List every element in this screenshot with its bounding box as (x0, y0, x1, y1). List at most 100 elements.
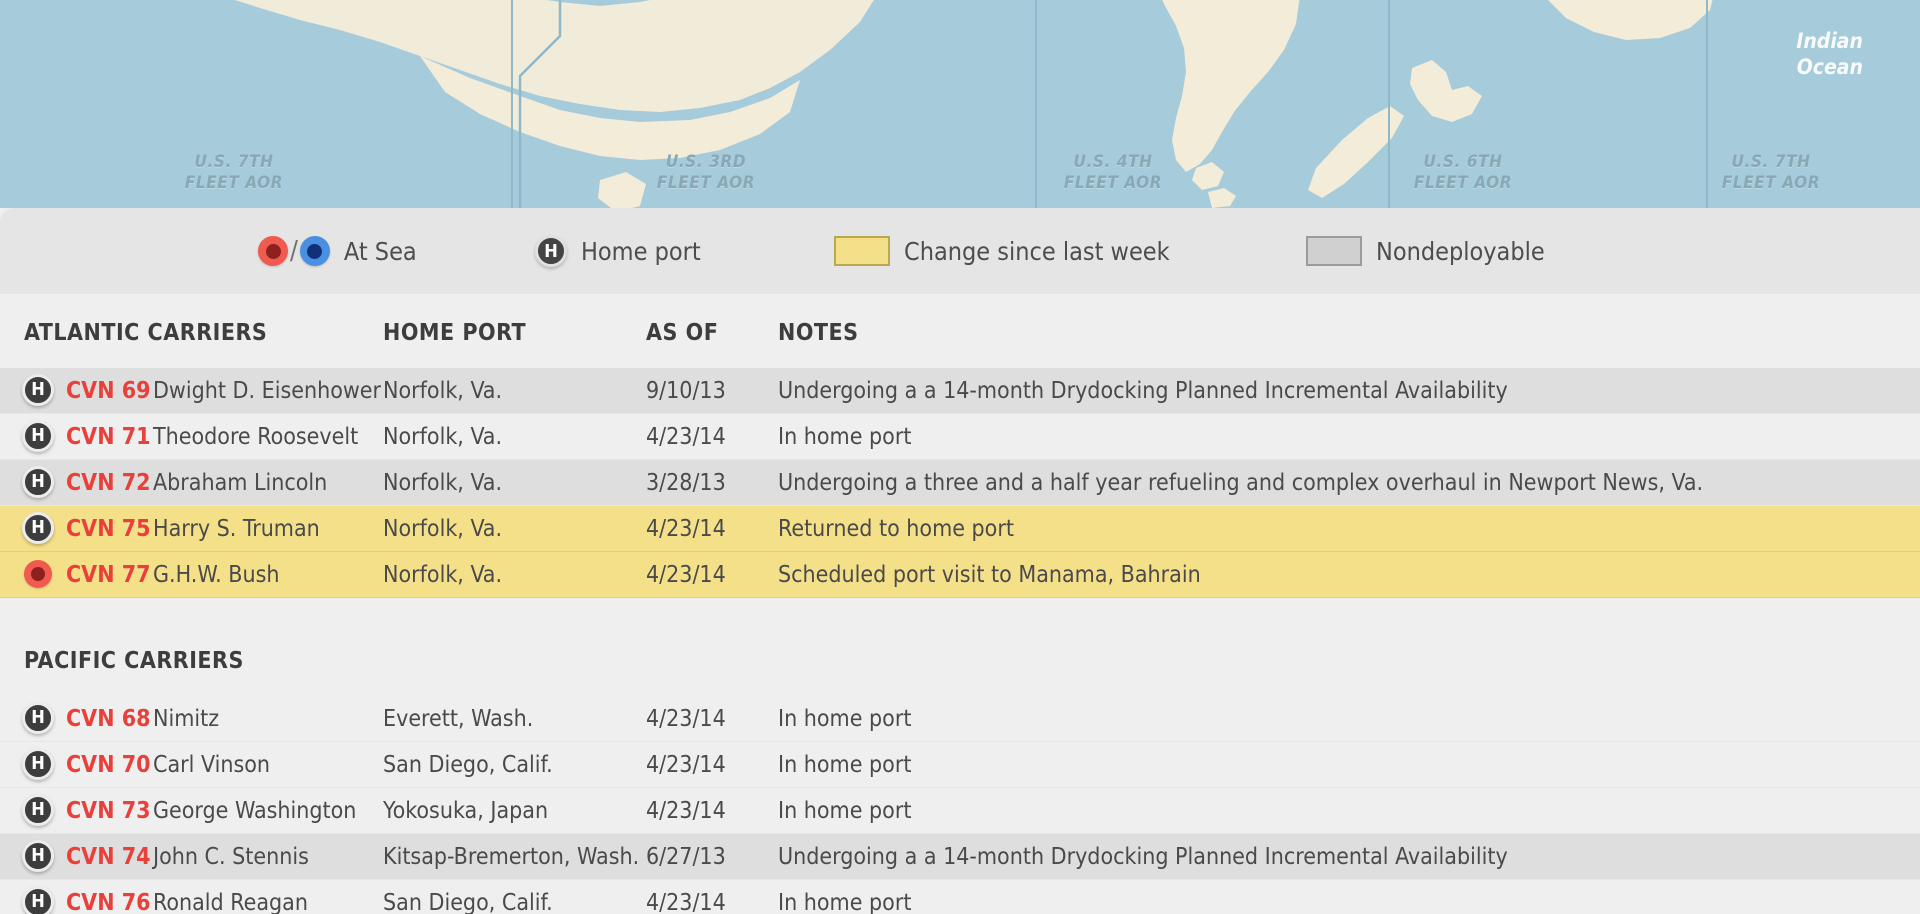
map-legend: / At Sea H Home port Change since last w… (0, 208, 1920, 294)
nondeployable-swatch-icon (1306, 236, 1362, 266)
status-icon-home-port: H (22, 701, 54, 734)
header-pacific-carriers: PACIFIC CARRIERS (24, 648, 244, 674)
status-icon-home-port: H (22, 747, 54, 780)
pacific-rows: H CVN 68 Nimitz Everett, Wash. 4/23/14 In hom… (0, 696, 1920, 914)
row-cvn-number: CVN 68 (66, 705, 151, 732)
legend-label-home-port: Home port (581, 236, 701, 266)
header-as-of: AS OF (646, 320, 719, 346)
row-ship-name: Carl Vinson (153, 751, 271, 778)
row-status-cell: H (22, 747, 56, 782)
row-status-cell: H (22, 511, 56, 546)
row-as-of: 6/27/13 (646, 843, 726, 870)
table-row[interactable]: H CVN 68 Nimitz Everett, Wash. 4/23/14 In hom… (0, 696, 1920, 742)
status-icon-home-port: H (22, 793, 54, 826)
legend-item-home-port: H Home port (535, 235, 701, 267)
row-ship-name: George Washington (153, 797, 357, 824)
row-ship-name: John C. Stennis (153, 843, 309, 870)
table-row[interactable]: H CVN 76 Ronald Reagan San Diego, Calif. 4/2… (0, 880, 1920, 914)
legend-label-at-sea: At Sea (343, 236, 417, 266)
aor-label-4th: U.S. 4TH FLEET AOR (1063, 152, 1163, 193)
status-icon-home-port: H (22, 511, 54, 544)
at-sea-dot-center (31, 566, 45, 581)
status-icon-home-port: H (22, 839, 54, 872)
row-as-of: 4/23/14 (646, 515, 726, 542)
row-cvn-number: CVN 74 (66, 843, 151, 870)
table-row[interactable]: CVN 77 G.H.W. Bush Norfolk, Va. 4/23/14 Sche… (0, 552, 1920, 598)
status-icon-home-port: H (22, 885, 54, 914)
row-as-of: 4/23/14 (646, 797, 726, 824)
aor-label-7th-pacific: U.S. 7TH FLEET AOR (184, 152, 284, 193)
slash-separator: / (290, 236, 298, 266)
row-status-cell: H (22, 885, 56, 914)
ocean-label-indian: Indian Ocean (1796, 29, 1863, 79)
row-home-port: Norfolk, Va. (383, 561, 503, 588)
row-as-of: 3/28/13 (646, 469, 726, 496)
row-ship-name: Harry S. Truman (153, 515, 320, 542)
row-as-of: 4/23/14 (646, 561, 726, 588)
header-home-port: HOME PORT (383, 320, 527, 346)
aor-label-7th-indian: U.S. 7TH FLEET AOR (1721, 152, 1821, 193)
legend-item-at-sea: / At Sea (258, 236, 417, 266)
row-status-cell (22, 558, 56, 592)
row-cvn-number: CVN 73 (66, 797, 151, 824)
at-sea-icons: / (258, 236, 330, 266)
legend-label-change: Change since last week (904, 236, 1170, 266)
row-status-cell: H (22, 793, 56, 828)
row-cvn-number: CVN 72 (66, 469, 151, 496)
table-row[interactable]: H CVN 73 George Washington Yokosuka, Japan 4… (0, 788, 1920, 834)
row-as-of: 4/23/14 (646, 889, 726, 914)
legend-label-nondeployable: Nondeployable (1376, 236, 1545, 266)
row-cvn-number: CVN 71 (66, 423, 151, 450)
row-notes: Returned to home port (778, 515, 1014, 542)
row-ship-name: Theodore Roosevelt (153, 423, 359, 450)
table-row[interactable]: H CVN 69 Dwight D. Eisenhower Norfolk, Va. 9… (0, 368, 1920, 414)
atlantic-rows: H CVN 69 Dwight D. Eisenhower Norfolk, Va. 9… (0, 368, 1920, 598)
row-as-of: 4/23/14 (646, 751, 726, 778)
row-cvn-number: CVN 70 (66, 751, 151, 778)
row-home-port: San Diego, Calif. (383, 751, 553, 778)
row-notes: In home port (778, 423, 912, 450)
row-home-port: Norfolk, Va. (383, 515, 503, 542)
status-icon-home-port: H (22, 373, 54, 406)
row-notes: In home port (778, 797, 912, 824)
row-notes: Undergoing a a 14-month Drydocking Plann… (778, 377, 1508, 404)
row-notes: In home port (778, 751, 912, 778)
table-row[interactable]: H CVN 74 John C. Stennis Kitsap-Bremerton, … (0, 834, 1920, 880)
status-icon-home-port: H (22, 419, 54, 452)
header-atlantic-carriers: ATLANTIC CARRIERS (24, 320, 268, 346)
at-sea-blue-dot-icon (299, 236, 330, 266)
row-ship-name: Nimitz (153, 705, 220, 732)
table-row[interactable]: H CVN 71 Theodore Roosevelt Norfolk, Va. 4/2… (0, 414, 1920, 460)
row-ship-name: Ronald Reagan (153, 889, 308, 914)
row-status-cell: H (22, 839, 56, 874)
pacific-carriers-section: PACIFIC CARRIERS H CVN 68 Nimitz Everett, W… (0, 648, 1920, 914)
row-notes: Undergoing a a 14-month Drydocking Plann… (778, 843, 1508, 870)
row-status-cell: H (22, 373, 56, 408)
legend-item-change: Change since last week (834, 236, 1170, 266)
row-home-port: Everett, Wash. (383, 705, 534, 732)
home-port-icon: H (535, 235, 567, 267)
atlantic-carriers-section: ATLANTIC CARRIERS HOME PORT AS OF NOTES … (0, 320, 1920, 598)
at-sea-red-dot-icon (258, 236, 288, 266)
row-status-cell: H (22, 465, 56, 500)
table-row[interactable]: H CVN 72 Abraham Lincoln Norfolk, Va. 3/28/1… (0, 460, 1920, 506)
world-map: U.S. 7TH FLEET AOR U.S. 3RD FLEET AOR U.… (0, 0, 1920, 208)
map-graphic (235, 0, 1713, 208)
row-cvn-number: CVN 75 (66, 515, 151, 542)
row-notes: In home port (778, 705, 912, 732)
status-icon-home-port: H (22, 465, 54, 498)
row-home-port: Kitsap-Bremerton, Wash. (383, 843, 640, 870)
table-row[interactable]: H CVN 70 Carl Vinson San Diego, Calif. 4/23/… (0, 742, 1920, 788)
row-as-of: 4/23/14 (646, 705, 726, 732)
header-notes: NOTES (778, 320, 859, 346)
row-home-port: San Diego, Calif. (383, 889, 553, 914)
carrier-tracker-page: U.S. 7TH FLEET AOR U.S. 3RD FLEET AOR U.… (0, 0, 1920, 914)
aor-label-6th: U.S. 6TH FLEET AOR (1413, 152, 1513, 193)
row-as-of: 9/10/13 (646, 377, 726, 404)
row-notes: Scheduled port visit to Manama, Bahrain (778, 561, 1201, 588)
row-home-port: Norfolk, Va. (383, 469, 503, 496)
row-ship-name: G.H.W. Bush (153, 561, 280, 588)
pacific-table-header: PACIFIC CARRIERS (0, 648, 1920, 696)
table-row[interactable]: H CVN 75 Harry S. Truman Norfolk, Va. 4/23/1… (0, 506, 1920, 552)
row-home-port: Norfolk, Va. (383, 423, 503, 450)
